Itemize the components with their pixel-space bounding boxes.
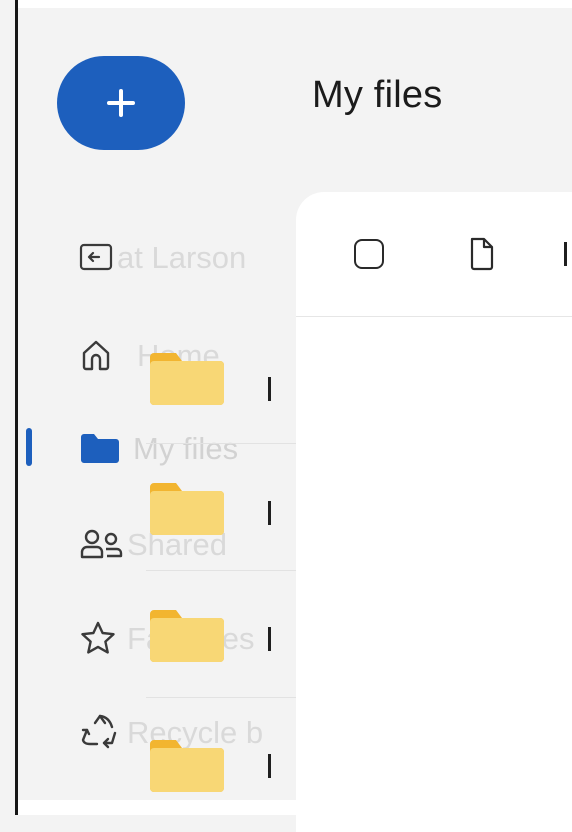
- folder-icon: [148, 608, 226, 669]
- star-icon: [79, 616, 123, 660]
- title-bar-strip: [18, 0, 572, 8]
- sidebar-item-user[interactable]: at Larson: [79, 227, 294, 287]
- file-name[interactable]: [268, 377, 271, 401]
- folder-icon: [148, 481, 226, 542]
- select-all-checkbox[interactable]: [354, 239, 384, 269]
- app-window: My files at Larson Home My files Shared …: [0, 0, 572, 832]
- new-button[interactable]: [57, 56, 185, 150]
- folder-icon: [79, 426, 123, 470]
- file-row[interactable]: [146, 571, 296, 698]
- file-type-icon[interactable]: [467, 236, 497, 277]
- window-edge: [15, 0, 18, 815]
- file-list-header: [296, 192, 572, 317]
- file-name[interactable]: [268, 501, 271, 525]
- folder-icon: [148, 738, 226, 799]
- folder-icon: [148, 351, 226, 412]
- page-title: My files: [312, 74, 443, 116]
- file-name[interactable]: [268, 754, 271, 778]
- file-row[interactable]: [146, 317, 296, 444]
- recycle-icon: [79, 710, 123, 754]
- plus-icon: [107, 89, 135, 117]
- home-icon: [79, 333, 123, 377]
- file-row[interactable]: [146, 698, 296, 825]
- sidebar-item-label: at Larson: [117, 240, 247, 275]
- file-list-panel: [296, 192, 572, 832]
- file-name[interactable]: [268, 627, 271, 651]
- active-indicator: [26, 428, 32, 466]
- people-icon: [79, 522, 123, 566]
- file-row[interactable]: [146, 444, 296, 571]
- name-column-header[interactable]: [564, 242, 567, 266]
